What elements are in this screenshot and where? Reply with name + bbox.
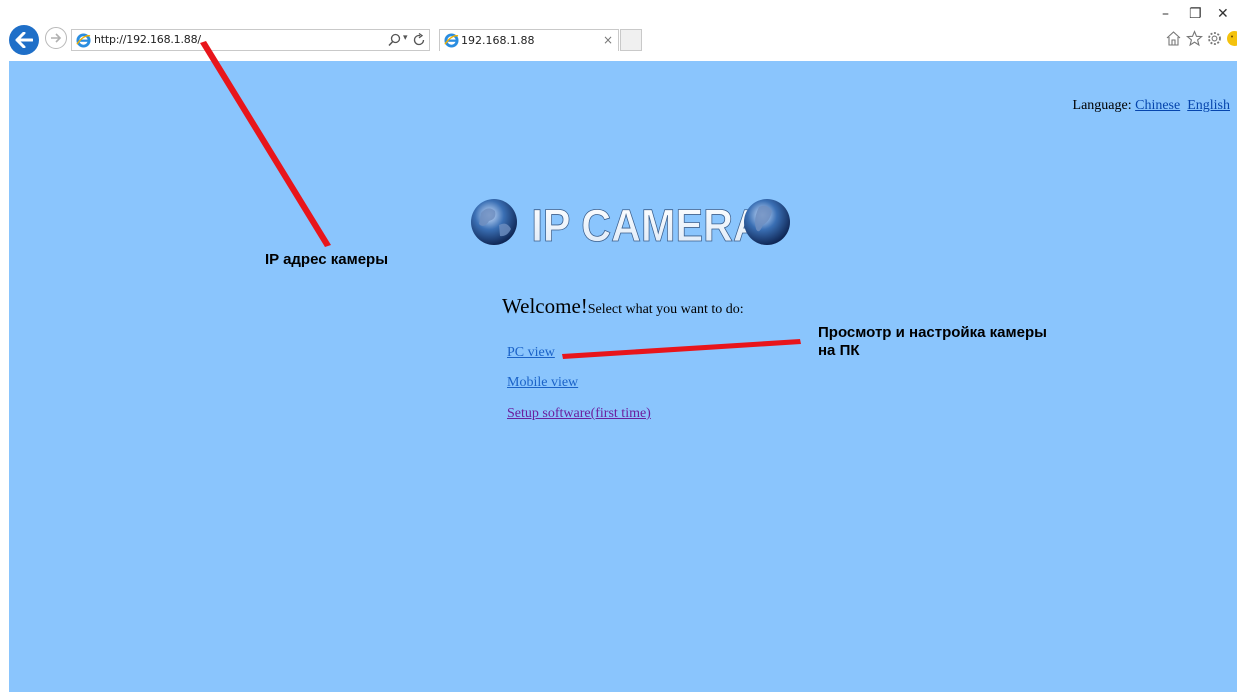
pc-view-arrow [562, 339, 801, 359]
pc-view-annotation-line1: Просмотр и настройка камеры [818, 324, 1047, 341]
annotation-arrows [200, 41, 801, 359]
pc-view-annotation-line2: на ПК [818, 342, 860, 359]
ip-address-arrow [200, 41, 331, 247]
ip-address-annotation: IP адрес камеры [265, 251, 389, 268]
